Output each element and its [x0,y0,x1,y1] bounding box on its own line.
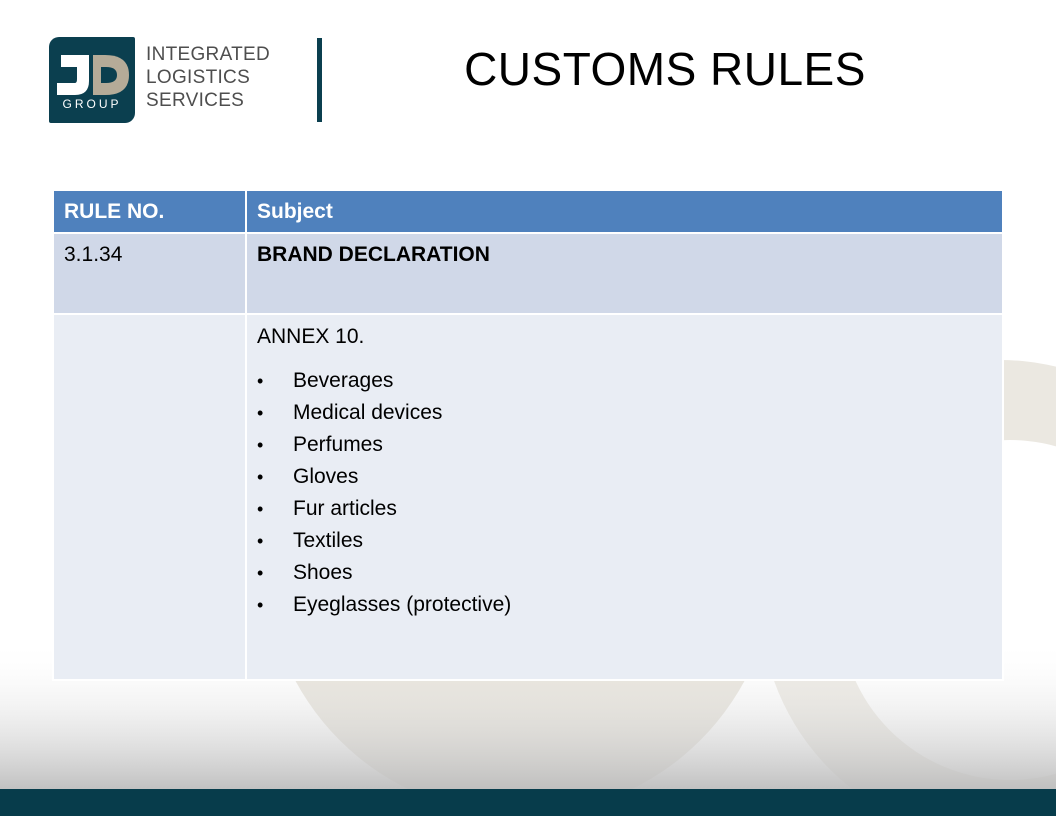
list-item: • Fur articles [257,493,992,525]
column-header-subject: Subject [245,189,1004,234]
list-item-label: Eyeglasses (protective) [293,593,512,616]
header-divider [317,38,322,122]
list-item-label: Medical devices [293,401,443,424]
annex-label: ANNEX 10. [257,325,365,348]
list-item-label: Shoes [293,561,353,584]
subject-cell: BRAND DECLARATION [245,232,1004,315]
rule-number-cell [52,313,247,681]
bullet-icon: • [257,531,264,551]
annex-item-list: • Beverages • Medical devices • Perfumes • G… [257,365,992,621]
list-item: • Textiles [257,525,992,557]
table-header-row: RULE NO. Subject [52,189,1004,234]
rule-number-cell: 3.1.34 [52,232,247,315]
bullet-icon: • [257,595,264,615]
bullet-icon: • [257,403,264,423]
customs-rules-table: RULE NO. Subject 3.1.34 BRAND DECLARATIO… [52,189,1004,681]
list-item: • Eyeglasses (protective) [257,589,992,621]
list-item: • Beverages [257,365,992,397]
logo-tagline: INTEGRATED LOGISTICS SERVICES [146,43,286,112]
bullet-icon: • [257,563,264,583]
list-item: • Perfumes [257,429,992,461]
list-item: • Medical devices [257,397,992,429]
slide-title: CUSTOMS RULES [464,43,866,95]
table-row: 3.1.34 BRAND DECLARATION [52,232,1004,315]
list-item-label: Gloves [293,465,359,488]
logo-text-line: INTEGRATED [146,44,271,65]
list-item-label: Textiles [293,529,364,552]
bullet-icon: • [257,499,264,519]
logo-text-line: SERVICES [146,90,245,111]
bullet-icon: • [257,467,264,487]
bullet-icon: • [257,371,264,391]
subject-detail-cell: ANNEX 10. • Beverages • Medical devices • P… [245,313,1004,681]
table-row: ANNEX 10. • Beverages • Medical devices • P… [52,313,1004,681]
footer-bar [0,789,1056,816]
column-header-rule-no: RULE NO. [52,189,247,234]
list-item-label: Fur articles [293,497,397,520]
list-item-label: Beverages [293,369,394,392]
jd-logo-mark: GROUP [49,37,135,123]
logo-text-line: LOGISTICS [146,67,251,88]
list-item-label: Perfumes [293,433,383,456]
list-item: • Shoes [257,557,992,589]
bullet-icon: • [257,435,264,455]
logo-group-word: GROUP [62,97,122,111]
list-item: • Gloves [257,461,992,493]
